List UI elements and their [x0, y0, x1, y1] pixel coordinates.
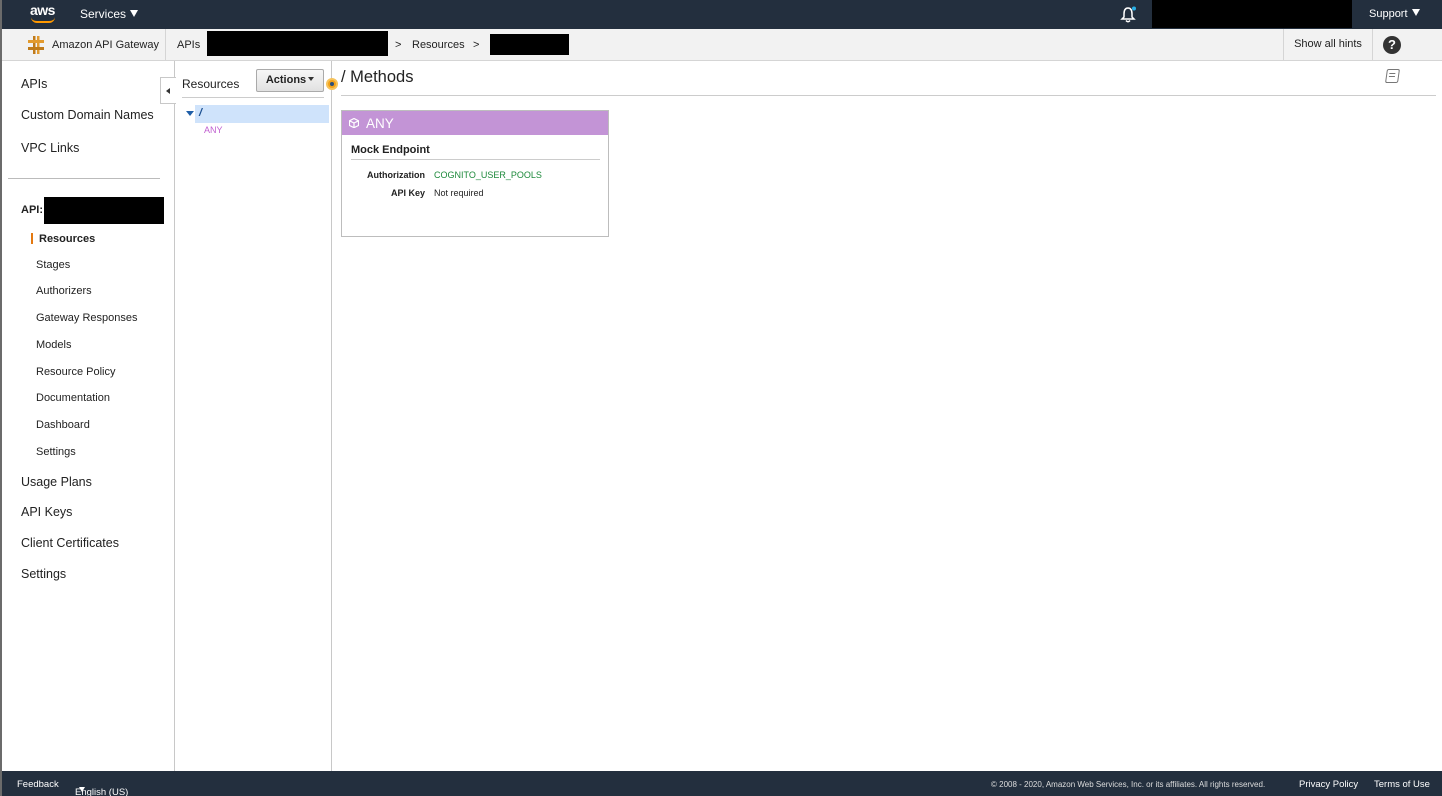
method-name: ANY	[366, 116, 394, 131]
help-icon[interactable]: ?	[1383, 36, 1401, 54]
copyright-text: © 2008 - 2020, Amazon Web Services, Inc.…	[991, 780, 1266, 789]
nav-divider	[8, 178, 160, 179]
hint-icon[interactable]	[326, 78, 338, 90]
breadcrumb-separator: >	[473, 39, 480, 51]
nav-sub-authorizers[interactable]: Authorizers	[36, 285, 92, 297]
breadcrumb-separator: >	[395, 39, 402, 51]
aws-smile-icon	[31, 17, 55, 23]
nav-item-vpc-links[interactable]: VPC Links	[21, 141, 79, 155]
tree-expand-icon[interactable]	[186, 111, 194, 116]
resources-panel: Resources Actions / ANY	[175, 61, 332, 771]
nav-sub-settings[interactable]: Settings	[36, 446, 76, 458]
nav-item-custom-domain-names[interactable]: Custom Domain Names	[21, 108, 154, 122]
redacted-api-title	[44, 197, 164, 224]
nav-item-usage-plans[interactable]: Usage Plans	[21, 475, 92, 489]
redacted-resource-name[interactable]	[490, 34, 569, 55]
breadcrumb-service[interactable]: Amazon API Gateway	[52, 39, 159, 51]
breadcrumb-apis[interactable]: APIs	[177, 39, 200, 51]
nav-item-client-certificates[interactable]: Client Certificates	[21, 536, 119, 550]
documentation-book-icon[interactable]	[1385, 69, 1400, 83]
tree-method-any[interactable]: ANY	[204, 125, 223, 135]
account-menu-redacted[interactable]	[1152, 0, 1352, 28]
aws-logo-text: aws	[30, 2, 55, 18]
authorization-key: Authorization	[367, 170, 425, 180]
api-key-value: Not required	[434, 188, 484, 198]
top-nav: aws Services Support	[2, 0, 1442, 29]
aws-logo[interactable]: aws	[30, 3, 58, 25]
caret-down-icon	[79, 787, 85, 792]
tree-root-label: /	[199, 107, 203, 119]
method-card-header[interactable]: ANY	[342, 111, 608, 135]
redacted-api-name[interactable]	[207, 31, 388, 56]
terms-of-use-link[interactable]: Terms of Use	[1374, 779, 1430, 790]
nav-sub-models[interactable]: Models	[36, 339, 71, 351]
app-window: aws Services Support Amazon API Gateway …	[0, 0, 1442, 796]
caret-down-icon	[1411, 9, 1420, 16]
breadcrumb-bar: Amazon API Gateway APIs > Resources > Sh…	[2, 29, 1442, 61]
nav-item-settings[interactable]: Settings	[21, 567, 66, 581]
resources-panel-title: Resources	[182, 77, 240, 91]
page-title: / Methods	[341, 68, 414, 86]
nav-sub-gateway-responses[interactable]: Gateway Responses	[36, 312, 138, 324]
actions-button[interactable]: Actions	[256, 69, 324, 92]
nav-item-api-keys[interactable]: API Keys	[21, 505, 72, 519]
nav-sub-documentation[interactable]: Documentation	[36, 392, 110, 404]
title-divider	[341, 95, 1436, 96]
caret-down-icon	[308, 77, 315, 81]
card-divider	[351, 159, 600, 160]
cube-icon	[349, 118, 359, 128]
nav-item-apis[interactable]: APIs	[21, 77, 47, 91]
nav-sub-resource-policy[interactable]: Resource Policy	[36, 366, 115, 378]
chevron-left-icon	[166, 88, 170, 94]
nav-sub-dashboard[interactable]: Dashboard	[36, 419, 90, 431]
collapse-nav-button[interactable]	[160, 77, 176, 104]
support-menu[interactable]: Support	[1369, 8, 1420, 20]
breadcrumb-resources[interactable]: Resources	[412, 39, 465, 51]
left-nav: APIs Custom Domain Names VPC Links API: …	[2, 61, 175, 771]
actions-label: Actions	[265, 74, 307, 86]
method-card[interactable]: ANY Mock Endpoint Authorization COGNITO_…	[341, 110, 609, 237]
panel-divider	[182, 97, 324, 98]
footer: Feedback English (US) © 2008 - 2020, Ama…	[2, 771, 1442, 796]
nav-sub-stages[interactable]: Stages	[36, 259, 70, 271]
api-key-key: API Key	[390, 188, 425, 198]
breadcrumb-divider	[165, 29, 166, 60]
api-label: API:	[21, 204, 43, 216]
api-gateway-icon	[28, 36, 44, 54]
support-label: Support	[1369, 8, 1408, 20]
feedback-link[interactable]: Feedback	[17, 779, 59, 790]
tree-root-resource[interactable]: /	[195, 105, 329, 123]
show-all-hints-button[interactable]: Show all hints	[1283, 29, 1373, 60]
caret-down-icon	[130, 10, 139, 17]
active-indicator	[31, 233, 33, 244]
services-label: Services	[80, 7, 127, 21]
bell-icon[interactable]	[1120, 6, 1136, 24]
privacy-policy-link[interactable]: Privacy Policy	[1299, 779, 1358, 790]
services-menu[interactable]: Services	[80, 7, 139, 21]
nav-sub-resources[interactable]: Resources	[39, 233, 95, 245]
authorization-value: COGNITO_USER_POOLS	[434, 170, 542, 180]
integration-type: Mock Endpoint	[351, 144, 430, 156]
